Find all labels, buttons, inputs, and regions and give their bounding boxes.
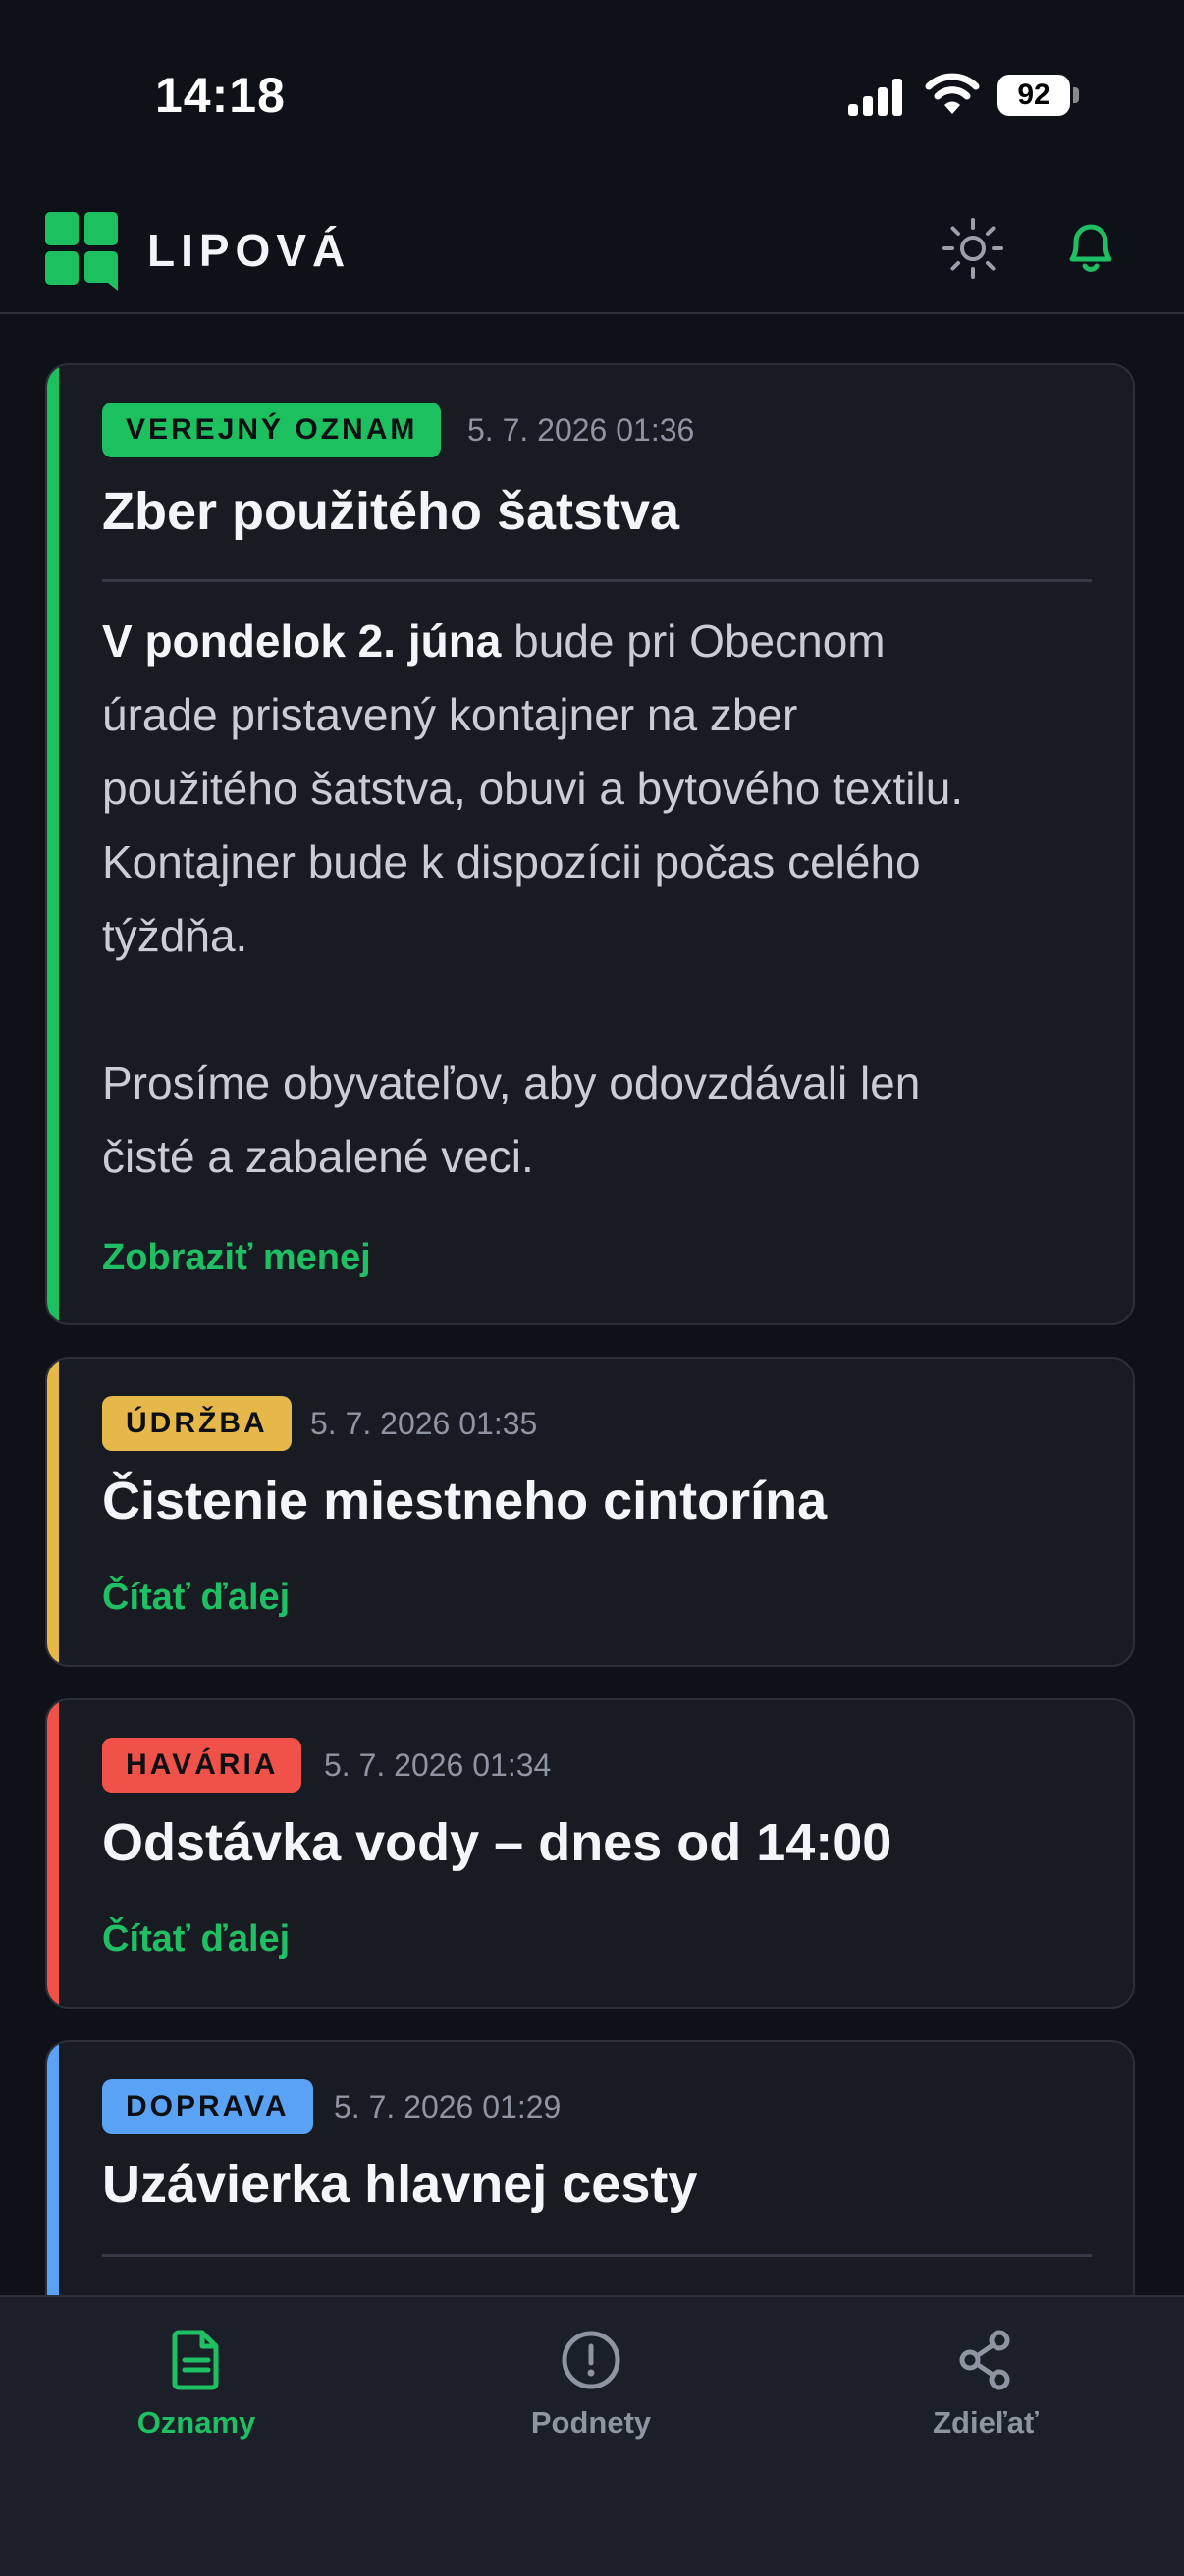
announcement-title: Uzávierka hlavnej cesty bbox=[102, 2155, 698, 2214]
body-line: čisté a zabalené veci. bbox=[102, 1131, 534, 1182]
body-line: Kontajner bude k dispozícii počas celého bbox=[102, 836, 921, 887]
announcement-date: 5. 7. 2026 01:35 bbox=[310, 1406, 538, 1441]
announcement-title: Odstávka vody – dnes od 14:00 bbox=[102, 1813, 892, 1872]
announcement-card[interactable]: VEREJNÝ OZNAM 5. 7. 2026 01:36 Zber použ… bbox=[45, 363, 1135, 1325]
read-more-link[interactable]: Čítať ďalej bbox=[102, 1918, 290, 1960]
battery-level: 92 bbox=[997, 75, 1070, 116]
alert-circle-icon bbox=[562, 2331, 620, 2389]
share-icon bbox=[959, 2330, 1010, 2390]
tab-label: Zdieľať bbox=[933, 2405, 1039, 2440]
card-accent-bar bbox=[47, 365, 59, 1323]
body-line: úrade pristavený kontajner na zber bbox=[102, 689, 798, 740]
brand-name: LIPOVÁ bbox=[147, 225, 351, 276]
card-accent-bar bbox=[47, 1359, 59, 1665]
announcement-date: 5. 7. 2026 01:34 bbox=[324, 1747, 552, 1783]
announcement-date: 5. 7. 2026 01:29 bbox=[334, 2089, 562, 2124]
body-bold-date: V pondelok 2. júna bbox=[102, 616, 502, 667]
announcement-body: V pondelok 2. júna bude pri Obecnom úrad… bbox=[102, 605, 1092, 1194]
tab-label: Oznamy bbox=[136, 2405, 256, 2440]
announcement-date: 5. 7. 2026 01:36 bbox=[467, 412, 695, 448]
tab-label: Podnety bbox=[530, 2405, 652, 2440]
notifications-bell-icon[interactable] bbox=[1058, 214, 1123, 279]
card-divider bbox=[102, 579, 1092, 582]
status-bar: 14:18 92 bbox=[0, 0, 1184, 187]
announcement-title: Čistenie miestneho cintorína bbox=[102, 1472, 828, 1530]
card-divider bbox=[102, 2254, 1092, 2257]
tab-podnety[interactable]: Podnety bbox=[473, 2327, 709, 2441]
status-time: 14:18 bbox=[155, 68, 286, 123]
battery-cap bbox=[1073, 87, 1079, 103]
body-line: V pondelok 2. júna bude pri Obecnom bbox=[102, 616, 886, 667]
logo-icon bbox=[45, 212, 118, 291]
cellular-signal-icon bbox=[848, 79, 902, 116]
category-badge: HAVÁRIA bbox=[102, 1738, 302, 1793]
battery-indicator: 92 bbox=[997, 75, 1080, 116]
tab-zdielat[interactable]: Zdieľať bbox=[868, 2327, 1103, 2441]
body-line: použitého šatstva, obuvi a bytového text… bbox=[102, 763, 964, 814]
wifi-icon bbox=[925, 73, 980, 114]
body-line: týždňa. bbox=[102, 910, 248, 961]
app-header: LIPOVÁ bbox=[0, 187, 1184, 314]
bottom-tab-bar: Oznamy Podnety Zdieľať bbox=[0, 2295, 1184, 2576]
announcement-card[interactable]: HAVÁRIA 5. 7. 2026 01:34 Odstávka vody –… bbox=[45, 1698, 1135, 2009]
document-icon bbox=[172, 2330, 219, 2390]
announcement-card[interactable]: ÚDRŽBA 5. 7. 2026 01:35 Čistenie miestne… bbox=[45, 1357, 1135, 1667]
category-badge: ÚDRŽBA bbox=[102, 1396, 292, 1451]
category-badge: VEREJNÝ OZNAM bbox=[102, 402, 442, 457]
tab-oznamy[interactable]: Oznamy bbox=[79, 2327, 314, 2441]
card-accent-bar bbox=[47, 1700, 59, 2007]
theme-toggle-sun-icon[interactable] bbox=[941, 216, 1005, 281]
show-less-link[interactable]: Zobraziť menej bbox=[102, 1237, 371, 1279]
body-line: Prosíme obyvateľov, aby odovzdávali len bbox=[102, 1057, 921, 1108]
body-line bbox=[102, 973, 1092, 1046]
category-badge: DOPRAVA bbox=[102, 2079, 313, 2134]
announcement-title: Zber použitého šatstva bbox=[102, 482, 680, 541]
read-more-link[interactable]: Čítať ďalej bbox=[102, 1577, 290, 1619]
